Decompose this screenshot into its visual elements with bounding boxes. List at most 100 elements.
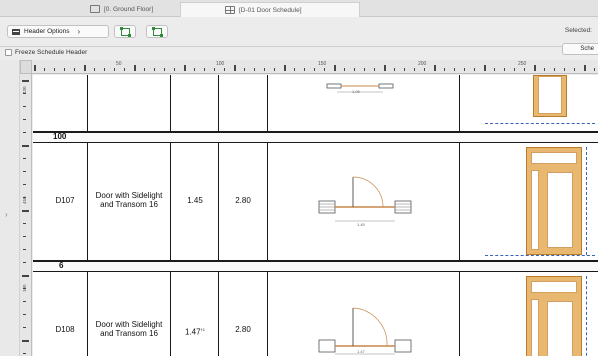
ruler-tick [344, 68, 345, 71]
ruler-tick [23, 249, 26, 250]
ruler-tick [334, 65, 336, 71]
tab-label: [D-01 Door Schedule] [239, 6, 302, 14]
ruler-tick [23, 119, 26, 120]
ruler-tick [384, 65, 386, 71]
door-plan-symbol [318, 176, 412, 222]
door-plan-fragment [326, 83, 394, 93]
floor-plan-icon [90, 5, 100, 13]
ruler-tick [22, 145, 29, 147]
ruler-tick [434, 65, 436, 71]
ruler-tick [114, 68, 115, 71]
ruler-tick [124, 68, 125, 71]
column-divider [87, 75, 88, 356]
freeze-header-checkbox[interactable] [5, 48, 12, 56]
door-width-cell: 1.47†1 [173, 325, 217, 337]
ruler-tick [23, 327, 26, 328]
ruler-tick [294, 68, 295, 71]
ruler-tick [23, 93, 26, 94]
schedule-icon [225, 6, 235, 14]
schedule-settings-button[interactable]: Sche [562, 43, 598, 55]
ruler-tick [23, 106, 26, 107]
ruler-label: 250 [518, 61, 527, 67]
fit-selection-button[interactable] [114, 25, 136, 38]
column-divider [267, 75, 268, 356]
ruler-tick [23, 158, 26, 159]
ruler-tick [254, 68, 255, 71]
ruler-tick [23, 223, 26, 224]
ruler-tick [134, 65, 136, 71]
ruler-tick [174, 68, 175, 71]
freeze-header-label: Freeze Schedule Header [15, 48, 88, 56]
tab-door-schedule[interactable]: [D-01 Door Schedule] [180, 2, 360, 17]
ruler-tick [474, 68, 475, 71]
door-id-cell: D107 [55, 196, 75, 205]
ruler-label: 100 [216, 61, 225, 67]
ruler-tick [314, 68, 315, 71]
ruler-tick [324, 68, 325, 71]
ruler-tick [194, 68, 195, 71]
plan-dimension: 1.47 [357, 349, 365, 354]
ruler-tick [184, 65, 186, 71]
header-icon [12, 28, 20, 35]
door-width-cell: 1.45 [187, 196, 203, 205]
fit-all-button[interactable] [146, 25, 168, 38]
sidelight-glass [531, 299, 539, 356]
ruler-tick [23, 132, 26, 133]
ruler-tick [394, 68, 395, 71]
ruler-tick [22, 80, 29, 82]
transom-glass [531, 281, 577, 293]
ruler-tick [404, 68, 405, 71]
ruler-tick [94, 68, 95, 71]
ruler-tick [23, 171, 26, 172]
group-header-row: 100 [33, 132, 598, 142]
side-panel-strip[interactable] [0, 60, 20, 356]
chevron-right-icon: › [77, 27, 81, 36]
header-options-button[interactable]: Header Options › [7, 25, 109, 38]
plan-dimension: 1.05 [352, 89, 360, 94]
ruler-tick [544, 68, 545, 71]
group-label: 100 [53, 132, 67, 141]
dimension-line [586, 147, 587, 255]
width-footnote-mark: †1 [200, 327, 206, 332]
ruler-tick [534, 65, 536, 71]
ruler-tick [144, 68, 145, 71]
ruler-tick [74, 68, 75, 71]
ruler-tick [23, 288, 26, 289]
ruler-tick [23, 314, 26, 315]
ruler-tick [64, 68, 65, 71]
ruler-tick [154, 68, 155, 71]
door-glass [547, 301, 573, 356]
ruler-tick [264, 68, 265, 71]
door-plan-symbol [318, 307, 412, 355]
column-divider [218, 75, 219, 356]
ruler-tick [23, 262, 26, 263]
ruler-tick [34, 65, 36, 71]
door-height-cell: 2.80 [235, 196, 251, 205]
door-glass [538, 76, 562, 114]
ruler-tick [354, 68, 355, 71]
ruler-tick [364, 68, 365, 71]
door-height-cell: 2.80 [235, 325, 251, 334]
ruler-label: 200 [418, 61, 427, 67]
transom-glass [531, 152, 577, 164]
ruler-tick [23, 301, 26, 302]
tab-ground-floor[interactable]: [0. Ground Floor] [90, 2, 153, 16]
ruler-tick [594, 68, 595, 71]
ruler-tick [304, 68, 305, 71]
vertical-ruler: 430 450 100 [20, 74, 32, 356]
group-header-row: 6 [33, 261, 598, 271]
ruler-tick [204, 68, 205, 71]
freeze-header-toggle[interactable]: Freeze Schedule Header [5, 47, 87, 57]
group-border-bottom [33, 271, 598, 272]
schedule-sheet[interactable]: 1.05 100 D107 Door with Sidelight and Tr… [33, 75, 598, 356]
ruler-tick [23, 184, 26, 185]
ruler-tick [22, 340, 29, 342]
ruler-tick [494, 68, 495, 71]
ruler-tick [414, 68, 415, 71]
door-elevation-fragment [533, 75, 567, 117]
ruler-tick [44, 68, 45, 71]
door-id-cell: D108 [55, 325, 75, 334]
dimension-line [485, 255, 595, 256]
ruler-tick [23, 236, 26, 237]
door-elevation [526, 147, 582, 255]
